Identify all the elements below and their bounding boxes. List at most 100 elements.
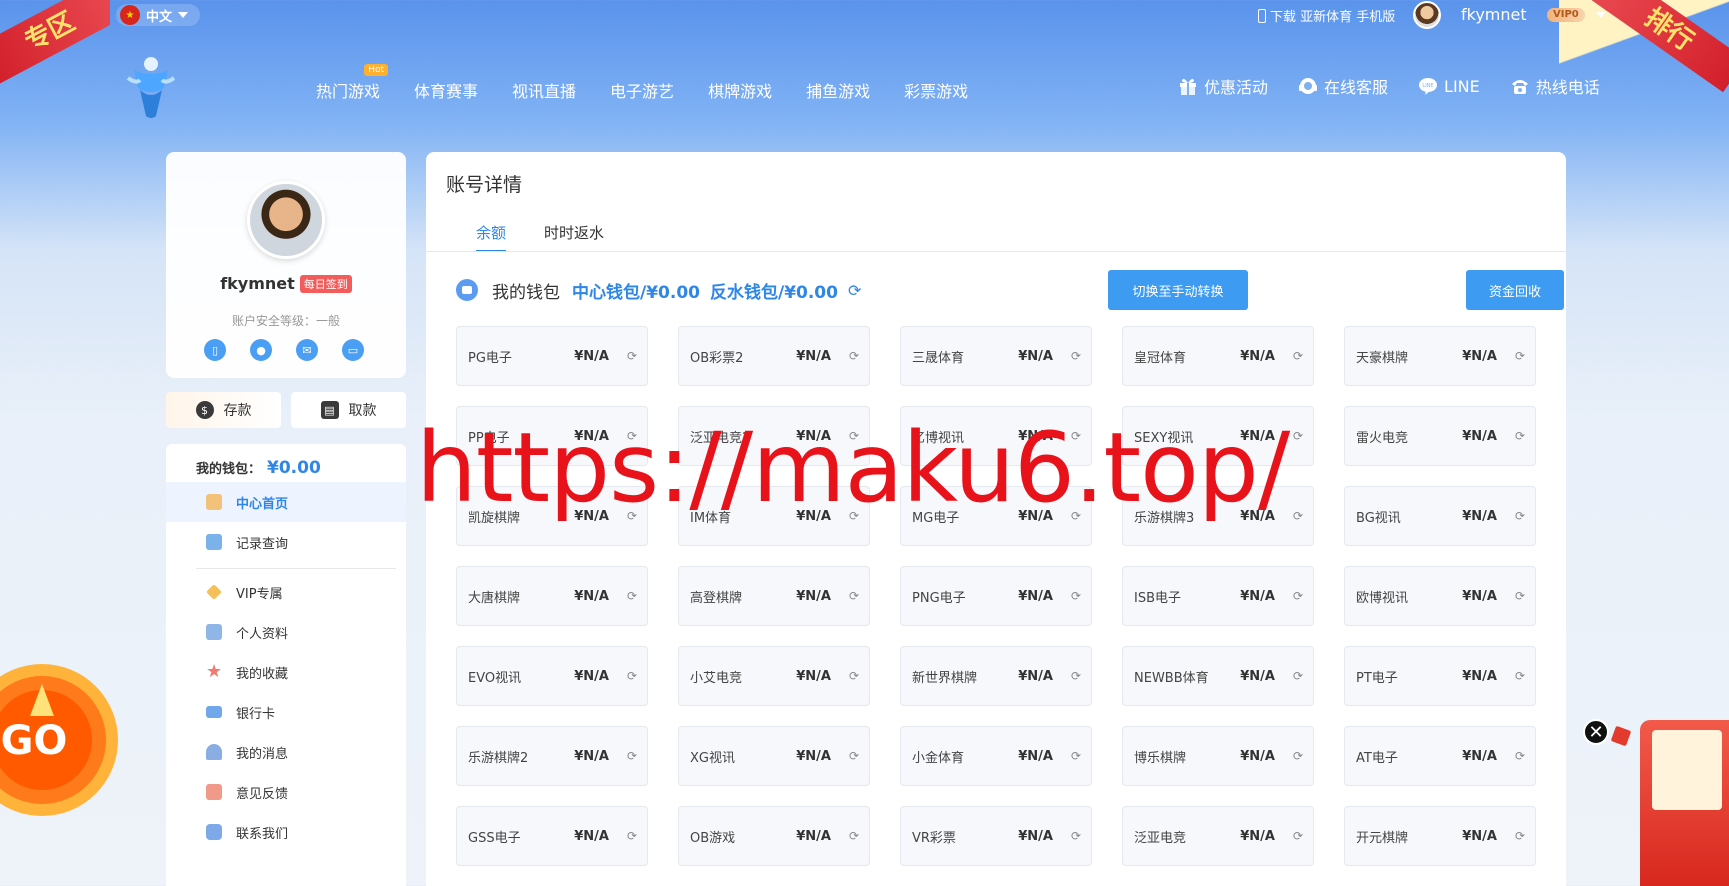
game-wallet-card[interactable]: PT电子 ¥N/A ⟳: [1344, 646, 1536, 706]
menu-item-profile[interactable]: 个人资料: [166, 612, 406, 652]
line-link[interactable]: LINE LINE: [1418, 74, 1480, 98]
game-wallet-card[interactable]: PNG电子 ¥N/A ⟳: [900, 566, 1092, 626]
card-verify-icon[interactable]: ▭: [342, 339, 364, 361]
withdraw-button[interactable]: ▤ 取款: [291, 392, 406, 428]
user-menu-chevron-icon[interactable]: [1596, 12, 1606, 18]
profile-username: fkymnet: [220, 274, 295, 293]
game-wallet-card[interactable]: 天豪棋牌 ¥N/A ⟳: [1344, 326, 1536, 386]
refresh-icon[interactable]: ⟳: [1071, 349, 1081, 363]
game-wallet-card[interactable]: 三晟体育 ¥N/A ⟳: [900, 326, 1092, 386]
watermark-url: https://maku6.top/: [416, 412, 1290, 524]
daily-signin-button[interactable]: 每日签到: [299, 274, 352, 293]
refresh-icon[interactable]: ⟳: [849, 589, 859, 603]
refresh-icon[interactable]: ⟳: [1293, 749, 1303, 763]
refresh-icon[interactable]: ⟳: [849, 829, 859, 843]
refresh-icon[interactable]: ⟳: [1515, 829, 1525, 843]
game-wallet-card[interactable]: 小金体育 ¥N/A ⟳: [900, 726, 1092, 786]
username[interactable]: fkymnet: [1461, 5, 1527, 24]
download-app-link[interactable]: 下载 亚新体育 手机版: [1258, 6, 1395, 25]
game-wallet-card[interactable]: BG视讯 ¥N/A ⟳: [1344, 486, 1536, 546]
game-wallet-card[interactable]: XG视讯 ¥N/A ⟳: [678, 726, 870, 786]
refresh-icon[interactable]: ⟳: [1071, 669, 1081, 683]
refresh-icon[interactable]: ⟳: [627, 669, 637, 683]
menu-item-feedback[interactable]: 意见反馈: [166, 772, 406, 812]
tab-rebate[interactable]: 时时返水: [544, 222, 604, 251]
game-wallet-card[interactable]: GSS电子 ¥N/A ⟳: [456, 806, 648, 866]
refresh-icon[interactable]: ⟳: [1071, 589, 1081, 603]
refresh-icon[interactable]: ⟳: [849, 669, 859, 683]
menu-item-center-home[interactable]: 中心首页: [166, 482, 406, 522]
refresh-icon[interactable]: ⟳: [1293, 509, 1303, 523]
refresh-icon[interactable]: ⟳: [1515, 589, 1525, 603]
close-icon[interactable]: ✕: [1583, 719, 1609, 745]
refresh-icon[interactable]: ⟳: [1071, 749, 1081, 763]
game-wallet-card[interactable]: 皇冠体育 ¥N/A ⟳: [1122, 326, 1314, 386]
customer-service-link[interactable]: 在线客服: [1298, 74, 1388, 98]
refresh-icon[interactable]: ⟳: [1293, 429, 1303, 443]
switch-manual-transfer-button[interactable]: 切换至手动转换: [1108, 270, 1248, 310]
refresh-icon[interactable]: ⟳: [627, 349, 637, 363]
nav-fishing[interactable]: 捕鱼游戏: [806, 78, 870, 102]
refresh-icon[interactable]: ⟳: [627, 749, 637, 763]
menu-item-vip[interactable]: VIP专属: [166, 572, 406, 612]
refresh-icon[interactable]: ⟳: [1515, 669, 1525, 683]
menu-item-messages[interactable]: 我的消息: [166, 732, 406, 772]
menu-item-bank-card[interactable]: 银行卡: [166, 692, 406, 732]
game-wallet-card[interactable]: ISB电子 ¥N/A ⟳: [1122, 566, 1314, 626]
refresh-icon[interactable]: ⟳: [1515, 349, 1525, 363]
red-envelope-promo[interactable]: [1640, 720, 1729, 886]
menu-item-favorites[interactable]: ★ 我的收藏: [166, 652, 406, 692]
game-wallet-card[interactable]: 高登棋牌 ¥N/A ⟳: [678, 566, 870, 626]
nav-live-casino[interactable]: 视讯直播: [512, 78, 576, 102]
fund-recycle-button[interactable]: 资金回收: [1466, 270, 1564, 310]
game-wallet-card[interactable]: EVO视讯 ¥N/A ⟳: [456, 646, 648, 706]
game-wallet-card[interactable]: 博乐棋牌 ¥N/A ⟳: [1122, 726, 1314, 786]
refresh-icon[interactable]: ⟳: [1293, 669, 1303, 683]
phone-verify-icon[interactable]: ▯: [204, 339, 226, 361]
user-avatar[interactable]: [1413, 1, 1441, 29]
refresh-icon[interactable]: ⟳: [849, 749, 859, 763]
refresh-icon[interactable]: ⟳: [1071, 829, 1081, 843]
game-wallet-card[interactable]: NEWBB体育 ¥N/A ⟳: [1122, 646, 1314, 706]
promotions-link[interactable]: 优惠活动: [1178, 74, 1268, 98]
user-verify-icon[interactable]: ●: [250, 339, 272, 361]
refresh-icon[interactable]: ⟳: [849, 349, 859, 363]
nav-lottery[interactable]: 彩票游戏: [904, 78, 968, 102]
deposit-button[interactable]: $ 存款: [166, 392, 281, 428]
game-wallet-card[interactable]: 欧博视讯 ¥N/A ⟳: [1344, 566, 1536, 626]
game-wallet-card[interactable]: AT电子 ¥N/A ⟳: [1344, 726, 1536, 786]
refresh-icon[interactable]: ⟳: [627, 829, 637, 843]
nav-hot-games[interactable]: 热门游戏 Hot: [316, 64, 389, 102]
game-wallet-card[interactable]: 大唐棋牌 ¥N/A ⟳: [456, 566, 648, 626]
hotline-link[interactable]: 热线电话: [1510, 74, 1600, 98]
refresh-icon[interactable]: ⟳: [1515, 509, 1525, 523]
refresh-icon[interactable]: ⟳: [627, 589, 637, 603]
site-logo[interactable]: [126, 50, 176, 120]
game-wallet-card[interactable]: VR彩票 ¥N/A ⟳: [900, 806, 1092, 866]
game-wallet-card[interactable]: PG电子 ¥N/A ⟳: [456, 326, 648, 386]
nav-card-games[interactable]: 棋牌游戏: [708, 78, 772, 102]
game-wallet-card[interactable]: 开元棋牌 ¥N/A ⟳: [1344, 806, 1536, 866]
email-verify-icon[interactable]: ✉: [296, 339, 318, 361]
game-wallet-card[interactable]: 泛亚电竞 ¥N/A ⟳: [1122, 806, 1314, 866]
nav-sports[interactable]: 体育赛事: [414, 78, 478, 102]
game-wallet-card[interactable]: 乐游棋牌2 ¥N/A ⟳: [456, 726, 648, 786]
refresh-icon[interactable]: ⟳: [1515, 429, 1525, 443]
profile-avatar[interactable]: [247, 181, 325, 259]
language-selector[interactable]: ★ 中文: [116, 4, 201, 26]
refresh-icon[interactable]: ⟳: [1293, 829, 1303, 843]
tab-balance[interactable]: 余额: [476, 222, 507, 252]
refresh-icon[interactable]: ⟳: [1293, 589, 1303, 603]
game-wallet-card[interactable]: 新世界棋牌 ¥N/A ⟳: [900, 646, 1092, 706]
game-wallet-card[interactable]: 小艾电竞 ¥N/A ⟳: [678, 646, 870, 706]
game-wallet-card[interactable]: OB游戏 ¥N/A ⟳: [678, 806, 870, 866]
game-wallet-card[interactable]: 雷火电竞 ¥N/A ⟳: [1344, 406, 1536, 466]
menu-item-contact[interactable]: 联系我们: [166, 812, 406, 852]
nav-slots[interactable]: 电子游艺: [610, 78, 674, 102]
refresh-icon[interactable]: ⟳: [848, 281, 861, 300]
menu-item-records[interactable]: 记录查询: [166, 522, 406, 562]
lucky-wheel-widget[interactable]: GO: [0, 650, 122, 830]
game-wallet-card[interactable]: OB彩票2 ¥N/A ⟳: [678, 326, 870, 386]
refresh-icon[interactable]: ⟳: [1293, 349, 1303, 363]
refresh-icon[interactable]: ⟳: [1515, 749, 1525, 763]
